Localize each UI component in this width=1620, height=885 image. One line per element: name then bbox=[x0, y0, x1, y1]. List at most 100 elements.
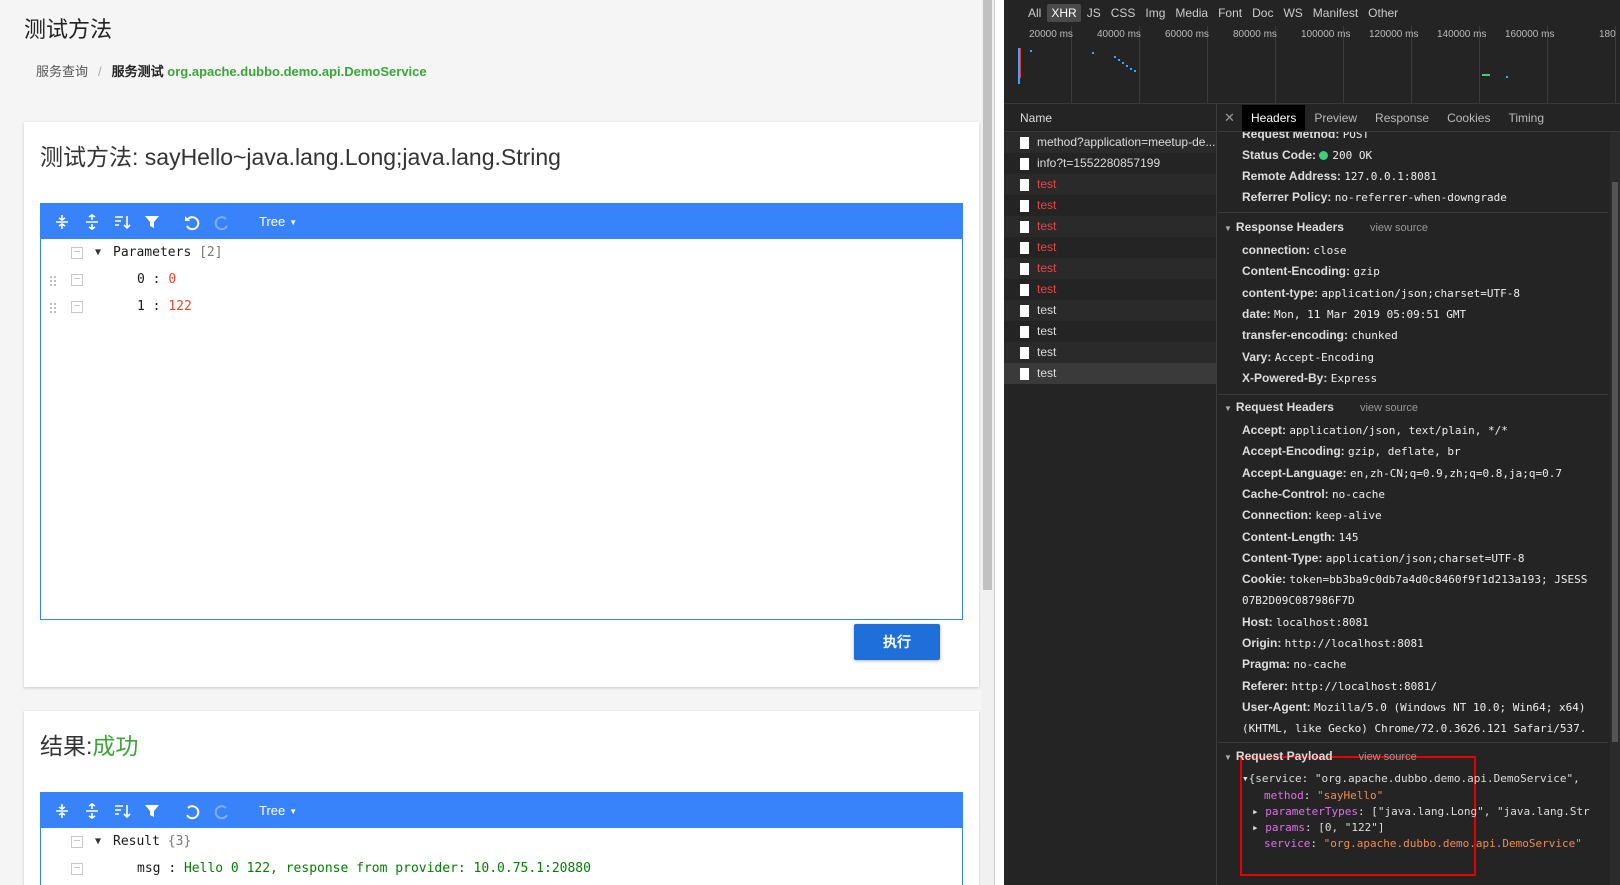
header-value[interactable]: keep-alive bbox=[1315, 509, 1381, 522]
context-menu-icon[interactable] bbox=[71, 247, 83, 259]
result-json-editor[interactable]: Tree ▼ ▼ Result {3} msg : Hello 0 122, re… bbox=[40, 792, 963, 885]
filter-media[interactable]: Media bbox=[1171, 4, 1212, 22]
header-value[interactable]: application/json;charset=UTF-8 bbox=[1326, 552, 1525, 565]
field-name[interactable]: msg bbox=[137, 861, 160, 876]
filter-icon[interactable] bbox=[139, 209, 165, 235]
mode-dropdown[interactable]: Tree ▼ bbox=[259, 214, 297, 229]
request-row[interactable]: test bbox=[1004, 258, 1216, 279]
undo-icon[interactable] bbox=[179, 798, 205, 824]
collapse-all-icon[interactable] bbox=[79, 209, 105, 235]
request-row[interactable]: method?application=meetup-de... bbox=[1004, 132, 1216, 153]
collapse-triangle-icon[interactable]: ▼ bbox=[95, 239, 101, 266]
filter-js[interactable]: JS bbox=[1083, 4, 1105, 22]
header-value[interactable]: 145 bbox=[1339, 531, 1359, 544]
header-value[interactable]: localhost:8081 bbox=[1276, 616, 1369, 629]
request-row[interactable]: test bbox=[1004, 321, 1216, 342]
payload-root[interactable]: ▾{service: "org.apache.dubbo.demo.api.De… bbox=[1242, 772, 1580, 785]
scrollbar-thumb[interactable] bbox=[983, 0, 992, 590]
payload-service[interactable]: service: "org.apache.dubbo.demo.api.Demo… bbox=[1264, 837, 1582, 850]
view-source-link[interactable]: view source bbox=[1370, 222, 1428, 234]
header-value[interactable]: gzip bbox=[1353, 265, 1380, 278]
filter-manifest[interactable]: Manifest bbox=[1309, 4, 1362, 22]
network-overview-timeline[interactable]: 20000 ms 40000 ms 60000 ms 80000 ms 100000 m… bbox=[1004, 26, 1620, 104]
request-row[interactable]: test bbox=[1004, 279, 1216, 300]
devtools-splitter[interactable] bbox=[994, 0, 1004, 885]
params-json-editor[interactable]: Tree ▼ ▼ Parameters [2] 0 : 0 1 : 122 bbox=[40, 203, 963, 620]
field-name[interactable]: 0 bbox=[137, 272, 145, 287]
collapse-all-icon[interactable] bbox=[79, 798, 105, 824]
header-value[interactable]: application/json;charset=UTF-8 bbox=[1321, 287, 1520, 300]
request-row[interactable]: test bbox=[1004, 216, 1216, 237]
filter-ws[interactable]: WS bbox=[1279, 4, 1306, 22]
tab-response[interactable]: Response bbox=[1366, 105, 1438, 131]
close-icon[interactable]: ✕ bbox=[1224, 110, 1242, 126]
page-scrollbar[interactable] bbox=[981, 0, 994, 885]
field-name[interactable]: 1 bbox=[137, 299, 145, 314]
header-value[interactable]: Mon, 11 Mar 2019 05:09:51 GMT bbox=[1274, 308, 1466, 321]
header-value[interactable]: no-referrer-when-downgrade bbox=[1335, 191, 1507, 204]
context-menu-icon[interactable] bbox=[71, 274, 83, 286]
expand-triangle-icon[interactable]: ▼ bbox=[1224, 404, 1232, 413]
field-value[interactable]: 122 bbox=[168, 299, 191, 314]
header-value[interactable]: en,zh-CN;q=0.9,zh;q=0.8,ja;q=0.7 bbox=[1350, 467, 1562, 480]
payload-method[interactable]: method: "sayHello" bbox=[1264, 789, 1383, 802]
drag-handle-icon[interactable] bbox=[49, 302, 57, 314]
header-value[interactable]: gzip, deflate, br bbox=[1348, 445, 1461, 458]
request-row[interactable]: test bbox=[1004, 300, 1216, 321]
scrollbar-thumb[interactable] bbox=[1612, 182, 1618, 742]
context-menu-icon[interactable] bbox=[71, 863, 83, 875]
filter-css[interactable]: CSS bbox=[1107, 4, 1140, 22]
request-row[interactable]: test bbox=[1004, 174, 1216, 195]
view-source-link[interactable]: view source bbox=[1359, 751, 1417, 763]
tab-preview[interactable]: Preview bbox=[1305, 105, 1366, 131]
tree-row[interactable]: msg : Hello 0 122, response from provide… bbox=[41, 855, 962, 882]
sort-icon[interactable] bbox=[109, 209, 135, 235]
field-value[interactable]: Hello 0 122, response from provider: 10.… bbox=[184, 861, 591, 876]
header-value[interactable]: Mozilla/5.0 (Windows NT 10.0; Win64; x64… bbox=[1314, 701, 1586, 714]
header-value[interactable]: 200 OK bbox=[1332, 149, 1372, 162]
header-value[interactable]: 127.0.0.1:8081 bbox=[1344, 170, 1437, 183]
filter-font[interactable]: Font bbox=[1214, 4, 1246, 22]
redo-icon[interactable] bbox=[209, 798, 235, 824]
expand-triangle-icon[interactable]: ▼ bbox=[1224, 753, 1232, 762]
tree-row-root[interactable]: ▼ Parameters [2] bbox=[41, 239, 962, 266]
filter-xhr[interactable]: XHR bbox=[1047, 4, 1081, 22]
tab-headers[interactable]: Headers bbox=[1242, 104, 1306, 131]
field-value[interactable]: 0 bbox=[168, 272, 176, 287]
request-row[interactable]: test bbox=[1004, 342, 1216, 363]
header-value[interactable]: http://localhost:8081 bbox=[1285, 637, 1424, 650]
tab-cookies[interactable]: Cookies bbox=[1438, 105, 1499, 131]
expand-all-icon[interactable] bbox=[49, 209, 75, 235]
execute-button[interactable]: 执行 bbox=[854, 624, 940, 660]
header-value[interactable]: no-cache bbox=[1293, 658, 1346, 671]
sort-icon[interactable] bbox=[109, 798, 135, 824]
expand-all-icon[interactable] bbox=[49, 798, 75, 824]
tree-row[interactable]: 1 : 122 bbox=[41, 293, 962, 320]
header-value[interactable]: Express bbox=[1331, 372, 1377, 385]
mode-dropdown[interactable]: Tree ▼ bbox=[259, 803, 297, 818]
header-value[interactable]: no-cache bbox=[1332, 488, 1385, 501]
filter-img[interactable]: Img bbox=[1141, 4, 1169, 22]
header-value[interactable]: http://localhost:8081/ bbox=[1291, 680, 1437, 693]
drag-handle-icon[interactable] bbox=[49, 275, 57, 287]
header-value[interactable]: chunked bbox=[1351, 329, 1397, 342]
payload-params[interactable]: ▸ params: [0, "122"] bbox=[1252, 821, 1384, 834]
request-row[interactable]: test bbox=[1004, 195, 1216, 216]
header-value[interactable]: Accept-Encoding bbox=[1275, 351, 1374, 364]
header-value[interactable]: token=bb3ba9c0db7a4d0c8460f9f1d213a193; … bbox=[1289, 573, 1587, 586]
filter-all[interactable]: All bbox=[1024, 4, 1045, 22]
filter-other[interactable]: Other bbox=[1364, 4, 1402, 22]
collapse-triangle-icon[interactable]: ▼ bbox=[95, 828, 101, 855]
request-payload-section[interactable]: ▼ Request Payload view source bbox=[1224, 749, 1417, 763]
request-row[interactable]: test bbox=[1004, 363, 1216, 384]
filter-icon[interactable] bbox=[139, 798, 165, 824]
undo-icon[interactable] bbox=[179, 209, 205, 235]
context-menu-icon[interactable] bbox=[71, 301, 83, 313]
request-row[interactable]: info?t=1552280857199 bbox=[1004, 153, 1216, 174]
payload-parameter-types[interactable]: ▸ parameterTypes: ["java.lang.Long", "ja… bbox=[1252, 805, 1590, 818]
request-headers-section[interactable]: ▼ Request Headers view source bbox=[1224, 400, 1418, 414]
headers-scrollbar[interactable] bbox=[1610, 132, 1620, 885]
breadcrumb-service-query[interactable]: 服务查询 bbox=[36, 64, 88, 79]
response-headers-section[interactable]: ▼ Response Headers view source bbox=[1224, 220, 1428, 234]
header-value[interactable]: POST bbox=[1343, 132, 1370, 141]
